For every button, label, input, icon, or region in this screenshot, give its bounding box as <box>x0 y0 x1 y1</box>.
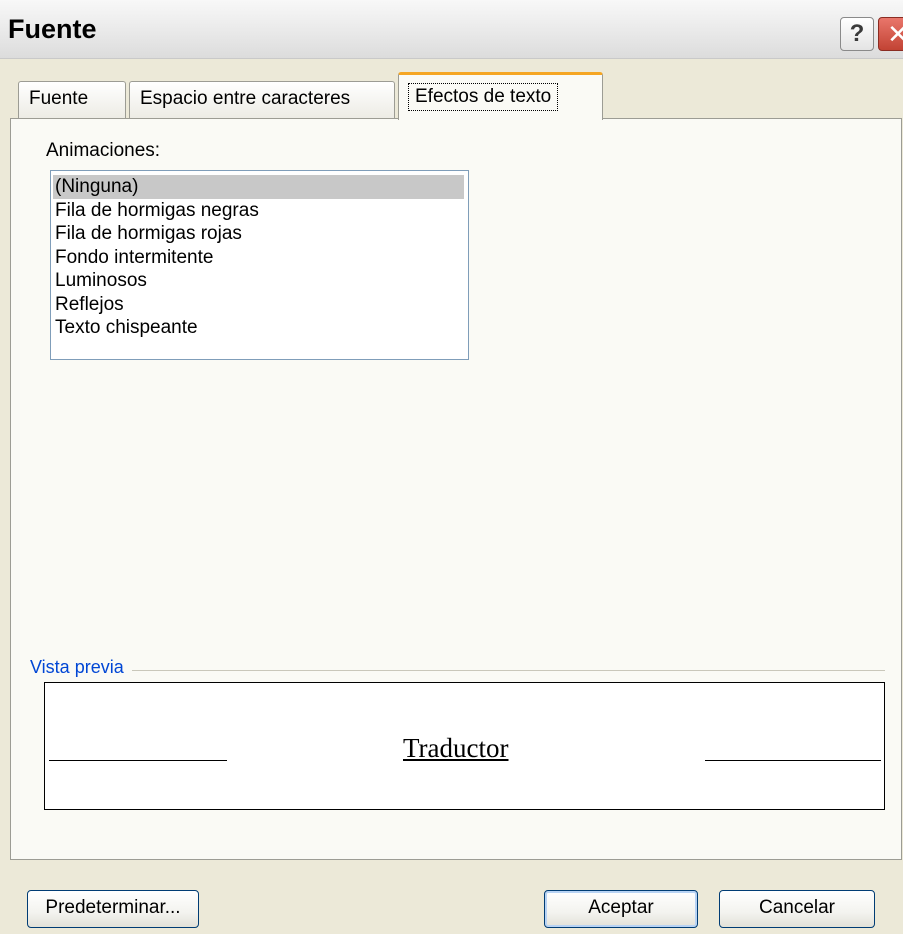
animaciones-listbox[interactable]: (Ninguna) Fila de hormigas negras Fila d… <box>50 170 469 360</box>
close-button[interactable]: ✕ <box>878 17 903 51</box>
preview-group-divider <box>30 670 885 671</box>
animaciones-label: Animaciones: <box>46 140 161 161</box>
preview-sample-text: Traductor <box>403 733 509 763</box>
preview-rule-left <box>49 760 227 761</box>
preview-group-label: Vista previa <box>30 657 132 678</box>
tab-label: Fuente <box>29 88 89 109</box>
list-item-fila-hormigas-rojas[interactable]: Fila de hormigas rojas <box>53 222 466 246</box>
preview-rule-right <box>705 760 881 761</box>
tab-espacio-entre-caracteres[interactable]: Espacio entre caracteres <box>129 81 395 119</box>
tab-fuente[interactable]: Fuente <box>18 81 126 119</box>
list-item-fondo-intermitente[interactable]: Fondo intermitente <box>53 246 466 270</box>
predeterminar-button[interactable]: Predeterminar... <box>27 890 199 928</box>
title-bar: Fuente ? ✕ <box>0 0 903 59</box>
list-item-texto-chispeante[interactable]: Texto chispeante <box>53 316 466 340</box>
list-item-luminosos[interactable]: Luminosos <box>53 269 466 293</box>
list-item-reflejos[interactable]: Reflejos <box>53 293 466 317</box>
close-icon: ✕ <box>887 19 903 49</box>
tab-label: Espacio entre caracteres <box>140 88 351 109</box>
cancelar-button[interactable]: Cancelar <box>719 890 875 928</box>
tab-efectos-de-texto[interactable]: Efectos de texto <box>398 72 603 120</box>
aceptar-button[interactable]: Aceptar <box>544 890 698 928</box>
help-button[interactable]: ? <box>840 17 874 51</box>
window-title: Fuente <box>8 14 97 44</box>
list-item-fila-hormigas-negras[interactable]: Fila de hormigas negras <box>53 199 466 223</box>
list-item-ninguna[interactable]: (Ninguna) <box>53 175 464 199</box>
tab-label: Efectos de texto <box>408 83 559 111</box>
preview-box: Traductor <box>44 682 885 810</box>
help-icon: ? <box>849 20 865 47</box>
